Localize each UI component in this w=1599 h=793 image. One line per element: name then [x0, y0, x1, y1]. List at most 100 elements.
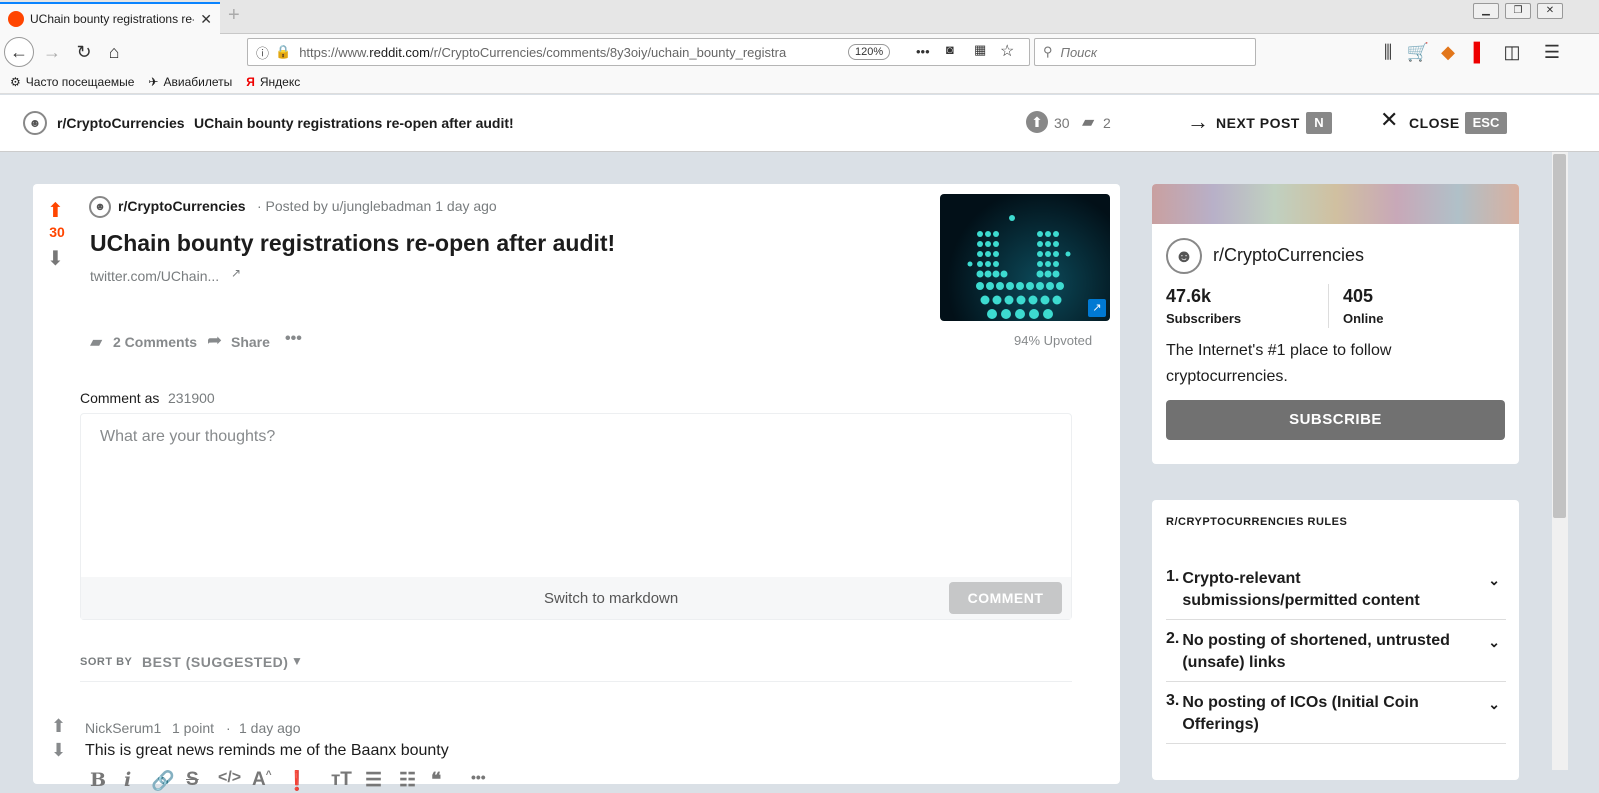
comment-upvote-icon[interactable]: ⬆ [51, 716, 66, 737]
subreddit-avatar[interactable]: ☻ [23, 111, 47, 135]
cart-icon[interactable]: 🛒 [1404, 38, 1432, 66]
comments-button[interactable]: 2 Comments [113, 334, 197, 350]
comment-button[interactable]: COMMENT [949, 582, 1062, 614]
comment-textarea-placeholder[interactable]: What are your thoughts? [100, 428, 275, 446]
sort-label: SORT BY [80, 656, 133, 668]
zoom-indicator[interactable]: 120% [848, 44, 891, 60]
close-button[interactable]: CLOSE [1409, 115, 1460, 131]
heading-icon[interactable]: тT [331, 769, 352, 791]
topbar-comments: 2 [1103, 115, 1111, 131]
restore-icon[interactable]: ❐ [1505, 3, 1531, 19]
community-name[interactable]: r/CryptoCurrencies [1213, 245, 1364, 266]
next-post-button[interactable]: NEXT POST [1216, 115, 1300, 131]
rule-item[interactable]: 3. No posting of ICOs (Initial Coin Offe… [1166, 692, 1506, 744]
chevron-down-icon[interactable]: ⌄ [1488, 634, 1500, 651]
page-actions-icon[interactable]: ••• [916, 44, 930, 59]
reload-icon[interactable]: ↻ [70, 38, 98, 66]
post-link[interactable]: twitter.com/UChain... [90, 268, 219, 284]
sidebar-toggle-icon[interactable]: ◫ [1498, 38, 1526, 66]
new-tab-icon[interactable]: + [228, 4, 240, 27]
comment-username[interactable]: 231900 [168, 390, 215, 406]
scrollbar-thumb[interactable] [1553, 154, 1566, 518]
comment-time: 1 day ago [239, 720, 301, 736]
comment-separator: · [226, 720, 231, 736]
subscribe-button[interactable]: SUBSCRIBE [1166, 400, 1505, 440]
comment-box[interactable]: What are your thoughts? [80, 413, 1072, 620]
url-prefix: https://www. [299, 44, 370, 60]
switch-markdown-button[interactable]: Switch to markdown [544, 590, 678, 607]
minimize-icon[interactable]: ▁ [1473, 3, 1499, 19]
external-link-icon[interactable]: ↗ [231, 266, 241, 280]
more-formatting-icon[interactable]: ••• [471, 769, 486, 785]
bulleted-list-icon[interactable]: ☰ [365, 769, 382, 792]
sort-dropdown[interactable]: BEST (SUGGESTED) [142, 654, 288, 670]
library-icon[interactable]: ⫼ [1374, 38, 1402, 66]
bookmark-star-icon[interactable]: ☆ [1000, 41, 1014, 61]
bookmark-item[interactable]: Я Яндекс [246, 75, 300, 89]
chevron-down-icon[interactable]: ⌄ [1488, 696, 1500, 713]
uchain-logo-icon [967, 215, 1071, 319]
close-tab-icon[interactable]: ✕ [200, 11, 212, 28]
info-icon[interactable]: ⓘ [256, 43, 269, 62]
rule-number: 1. [1166, 568, 1180, 585]
yandex-icon: Я [246, 74, 255, 89]
topbar-title: UChain bounty registrations re-open afte… [194, 115, 514, 131]
lock-icon: 🔒 [275, 44, 292, 59]
metamask-icon[interactable]: ◆ [1434, 38, 1462, 66]
online-count: 405 [1343, 286, 1374, 306]
numbered-list-icon[interactable]: ☷ [399, 769, 416, 792]
forward-icon[interactable]: → [38, 38, 66, 66]
superscript-icon[interactable]: A^ [252, 769, 272, 791]
search-input[interactable]: ⚲ Поиск [1034, 38, 1256, 66]
community-avatar[interactable]: ☻ [1166, 238, 1202, 274]
rule-item[interactable]: 2. No posting of shortened, untrusted (u… [1166, 630, 1506, 682]
spoiler-icon[interactable]: ❗ [285, 769, 309, 793]
stats-divider [1328, 284, 1329, 328]
chevron-down-icon[interactable]: ▼ [291, 654, 303, 668]
upvoted-percent: 94% Upvoted [1014, 333, 1093, 348]
online-label: Online [1343, 311, 1384, 326]
topbar-subreddit[interactable]: r/CryptoCurrencies [57, 115, 185, 131]
arrow-right-icon[interactable]: → [1187, 109, 1209, 135]
browser-tab[interactable]: UChain bounty registrations re-o ✕ [0, 2, 220, 34]
upvote-arrow-icon[interactable]: ⬆ [47, 198, 64, 223]
bold-icon[interactable]: B [90, 769, 106, 791]
rule-number: 3. [1166, 692, 1180, 709]
url-bar[interactable]: ⓘ 🔒 https://www. reddit.com /r/CryptoCur… [247, 38, 1030, 66]
share-button[interactable]: Share [231, 334, 270, 350]
upvote-icon[interactable]: ⬆ [1026, 111, 1048, 133]
post-meta: · Posted by u/junglebadman 1 day ago [257, 198, 497, 214]
reader-view-icon[interactable]: ▦ [974, 42, 986, 58]
community-card: ☻ r/CryptoCurrencies 47.6k Subscribers 4… [1152, 184, 1519, 464]
comment-downvote-icon[interactable]: ⬇ [51, 740, 66, 761]
browser-tab-bar: UChain bounty registrations re-o ✕ + ▁ ❐… [0, 0, 1599, 34]
flag-icon[interactable]: ▌ [1466, 38, 1494, 66]
downvote-arrow-icon[interactable]: ⬇ [47, 246, 64, 271]
strikethrough-icon[interactable]: S [186, 769, 199, 791]
link-icon[interactable]: 🔗 [151, 769, 175, 793]
community-banner [1152, 184, 1519, 224]
code-icon[interactable]: </> [218, 769, 241, 787]
comment-author[interactable]: NickSerum1 [85, 720, 161, 736]
share-icon[interactable]: ➦ [207, 330, 222, 351]
post-subreddit[interactable]: r/CryptoCurrencies [118, 198, 246, 214]
quote-icon[interactable]: ❝ [431, 769, 441, 792]
tab-title: UChain bounty registrations re-o [30, 12, 195, 26]
close-icon[interactable]: ✕ [1380, 107, 1398, 133]
open-link-icon[interactable]: ↗ [1088, 299, 1106, 317]
back-icon[interactable]: ← [4, 37, 34, 67]
bookmark-item[interactable]: ⚙ Часто посещаемые [10, 75, 134, 89]
post-subreddit-avatar[interactable]: ☻ [89, 196, 111, 218]
italic-icon[interactable]: i [124, 769, 131, 791]
close-window-icon[interactable]: ✕ [1537, 3, 1563, 19]
comment-points: 1 point [172, 720, 215, 736]
pocket-icon[interactable]: ◙ [946, 42, 954, 57]
rule-item[interactable]: 1. Crypto-relevant submissions/permitted… [1166, 568, 1506, 620]
post-thumbnail[interactable]: ↗ [940, 194, 1110, 321]
home-icon[interactable]: ⌂ [100, 38, 128, 66]
post-title[interactable]: UChain bounty registrations re-open afte… [90, 230, 615, 257]
bookmark-item[interactable]: ✈ Авиабилеты [148, 75, 232, 89]
chevron-down-icon[interactable]: ⌄ [1488, 572, 1500, 589]
menu-icon[interactable]: ☰ [1538, 38, 1566, 66]
more-options-icon[interactable]: ••• [285, 330, 302, 348]
